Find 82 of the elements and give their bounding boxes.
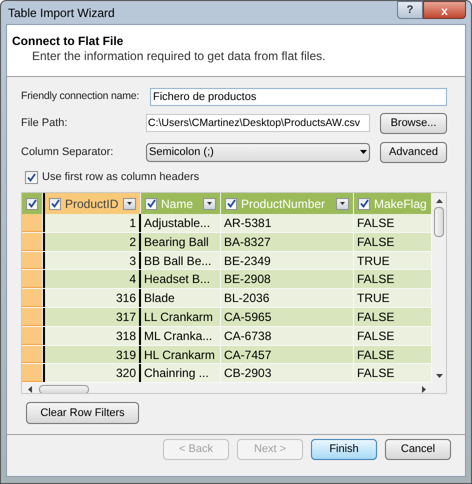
row-header[interactable] (22, 308, 43, 326)
scroll-left-icon (28, 386, 32, 392)
table-cell: FALSE (354, 326, 432, 345)
table-cell: ML Cranka... (141, 326, 221, 345)
table-cell: 3 (43, 252, 141, 270)
filter-dropdown-button[interactable] (203, 198, 216, 210)
column-checkbox[interactable] (145, 198, 157, 210)
table-cell: TRUE (354, 289, 432, 307)
table-cell: BE-2908 (221, 270, 354, 288)
table-cell: 316 (43, 289, 141, 307)
table-cell: AR-5381 (221, 214, 354, 232)
table-cell: 319 (43, 346, 141, 364)
window-title: Table Import Wizard (7, 4, 115, 22)
file-path-field[interactable]: C:\Users\CMartinez\Desktop\ProductsAW.csv (146, 114, 370, 132)
table-cell: FALSE (354, 214, 432, 232)
column-checkbox[interactable] (225, 198, 237, 210)
table-cell: CA-7457 (221, 346, 354, 364)
row-header[interactable] (22, 214, 43, 232)
table-cell: CA-5965 (221, 308, 354, 326)
filter-dropdown-button[interactable] (123, 198, 136, 210)
table-cell: 4 (43, 270, 141, 288)
table-cell: Headset B... (141, 270, 221, 288)
caret-icon (127, 202, 132, 205)
wizard-button[interactable]: Cancel (385, 439, 451, 460)
separator-dropdown[interactable]: Semicolon (;) (146, 142, 370, 162)
table-cell: 317 (43, 308, 141, 326)
column-checkbox[interactable] (358, 198, 370, 210)
select-all-checkbox[interactable] (26, 198, 38, 210)
table-cell: TRUE (354, 252, 432, 270)
scroll-thumb[interactable] (434, 207, 444, 237)
table-cell: Adjustable... (141, 214, 221, 232)
row-header[interactable] (22, 270, 43, 288)
field-label: File Path: (21, 116, 68, 131)
page-title: Connect to Flat File (12, 34, 124, 48)
table-cell: Bearing Ball (141, 232, 221, 251)
row-header[interactable] (22, 326, 43, 345)
advanced-button[interactable]: Advanced (380, 142, 447, 162)
row-header[interactable] (22, 232, 43, 251)
checkbox[interactable] (25, 170, 38, 184)
caret-icon (207, 202, 212, 205)
table-cell: CA-6738 (221, 326, 354, 345)
scroll-thumb[interactable] (39, 384, 89, 393)
table-cell: BE-2349 (221, 252, 354, 270)
table-cell: BA-8327 (221, 232, 354, 251)
page-description: Enter the information required to get data from flat files. (31, 48, 326, 64)
table-cell: FALSE (354, 232, 432, 251)
column-header[interactable]: ProductID (43, 193, 141, 214)
table-cell: Chainring ... (141, 364, 221, 382)
table-cell: CB-2903 (221, 364, 354, 382)
row-header[interactable] (22, 289, 43, 307)
table-cell: FALSE (354, 346, 432, 364)
close-button[interactable]: x (423, 1, 466, 19)
wizard-button[interactable]: Finish (311, 439, 377, 460)
table-cell: 1 (43, 214, 141, 232)
table-cell: 318 (43, 326, 141, 345)
field-label: Friendly connection name: (21, 89, 140, 104)
table-cell: LL Crankarm (141, 308, 221, 326)
table-cell: 2 (43, 232, 141, 251)
help-button[interactable]: ? (397, 1, 423, 19)
caret-icon (340, 202, 345, 205)
column-checkbox[interactable] (49, 198, 61, 210)
table-cell: BB Ball Be... (141, 252, 221, 270)
field-label: Column Separator: (21, 144, 114, 160)
table-cell: BL-2036 (221, 289, 354, 307)
table-cell: HL Crankarm (141, 346, 221, 364)
row-header[interactable] (22, 364, 43, 382)
scroll-right-icon (422, 386, 426, 392)
table-cell: FALSE (354, 364, 432, 382)
table-cell: FALSE (354, 270, 432, 288)
clear-row-filters-button[interactable]: Clear Row Filters (26, 402, 139, 424)
table-cell: Blade (141, 289, 221, 307)
filter-dropdown-button[interactable] (336, 198, 349, 210)
checkbox-label: Use first row as column headers (42, 170, 200, 185)
dropdown-arrow-icon (360, 150, 367, 154)
friendly-name-field[interactable]: Fichero de productos (150, 88, 447, 106)
scroll-up-icon (436, 199, 442, 203)
row-header[interactable] (22, 346, 43, 364)
table-cell: FALSE (354, 308, 432, 326)
browse-button[interactable]: Browse... (380, 112, 447, 134)
scroll-down-icon (436, 374, 442, 378)
table-cell: 320 (43, 364, 141, 382)
row-header[interactable] (22, 252, 43, 270)
